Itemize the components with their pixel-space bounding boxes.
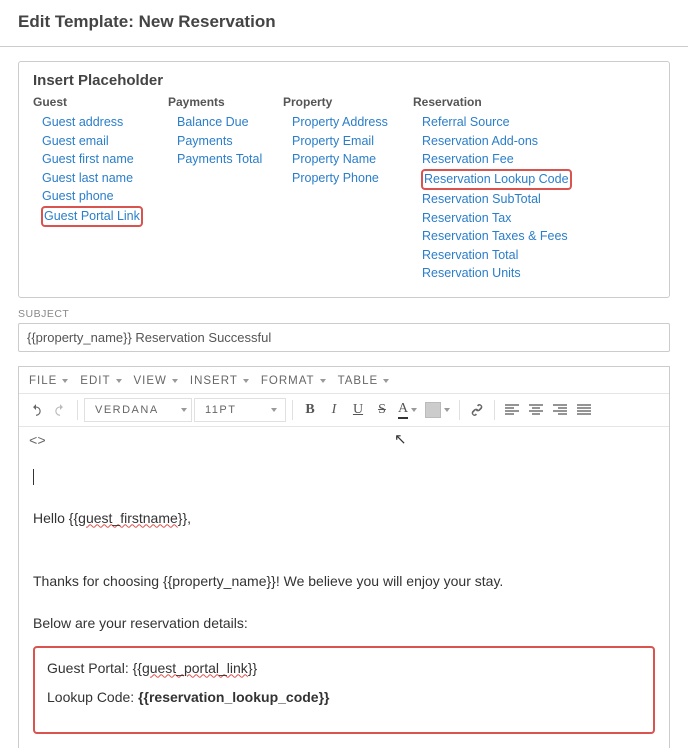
align-left-icon bbox=[505, 404, 519, 416]
placeholder-link[interactable]: Guest phone bbox=[41, 188, 115, 206]
placeholder-link[interactable]: Property Phone bbox=[291, 170, 380, 188]
page-title: Edit Template: New Reservation bbox=[0, 0, 688, 47]
body-text: }} bbox=[248, 660, 257, 676]
col-header: Guest bbox=[33, 95, 160, 109]
insert-link-button[interactable] bbox=[466, 398, 488, 422]
redo-button[interactable] bbox=[49, 398, 71, 422]
align-right-icon bbox=[553, 404, 567, 416]
align-center-icon bbox=[529, 404, 543, 416]
placeholder-link[interactable]: Property Email bbox=[291, 133, 375, 151]
placeholder-link[interactable]: Guest email bbox=[41, 133, 110, 151]
placeholder-link[interactable]: Reservation Units bbox=[421, 265, 522, 283]
body-text: Thanks for choosing {{property_name}}! W… bbox=[33, 571, 655, 592]
panel-heading: Insert Placeholder bbox=[33, 72, 655, 89]
subject-label: SUBJECT bbox=[18, 308, 670, 320]
bold-button[interactable]: B bbox=[299, 398, 321, 422]
redo-icon bbox=[53, 403, 67, 417]
chevron-down-icon bbox=[383, 379, 389, 383]
subject-section: SUBJECT bbox=[18, 308, 670, 352]
undo-icon bbox=[29, 403, 43, 417]
menu-view[interactable]: VIEW bbox=[130, 373, 182, 389]
link-icon bbox=[470, 403, 484, 417]
menu-edit[interactable]: EDIT bbox=[76, 373, 125, 389]
placeholder-link-guest-portal[interactable]: Guest Portal Link bbox=[41, 206, 143, 228]
placeholder-col-payments: Payments Balance Due Payments Payments T… bbox=[168, 95, 275, 283]
body-text: Guest Portal: {{ bbox=[47, 660, 142, 676]
body-text: Lookup Code: bbox=[47, 689, 138, 705]
editor-toolbar: VERDANA 11PT B I U S A bbox=[19, 393, 669, 427]
placeholder-link[interactable]: Reservation Total bbox=[421, 247, 519, 265]
placeholder-col-guest: Guest Guest address Guest email Guest fi… bbox=[33, 95, 160, 283]
placeholder-link[interactable]: Reservation Fee bbox=[421, 151, 515, 169]
body-text: Hello {{ bbox=[33, 510, 78, 526]
chevron-down-icon bbox=[181, 408, 187, 412]
placeholder-link[interactable]: Referral Source bbox=[421, 114, 511, 132]
placeholder-link[interactable]: Reservation SubTotal bbox=[421, 191, 542, 209]
chevron-down-icon bbox=[320, 379, 326, 383]
editor-menubar: FILE EDIT VIEW INSERT FORMAT TABLE bbox=[19, 367, 669, 393]
chevron-down-icon bbox=[116, 379, 122, 383]
chevron-down-icon bbox=[411, 408, 417, 412]
menu-file[interactable]: FILE bbox=[25, 373, 72, 389]
placeholder-col-property: Property Property Address Property Email… bbox=[283, 95, 405, 283]
body-text: Below are your reservation details: bbox=[33, 613, 655, 634]
strikethrough-button[interactable]: S bbox=[371, 398, 393, 422]
col-header: Reservation bbox=[413, 95, 572, 109]
placeholder-link-lookup-code[interactable]: Reservation Lookup Code bbox=[421, 169, 572, 191]
placeholder-link[interactable]: Balance Due bbox=[176, 114, 250, 132]
chevron-down-icon bbox=[62, 379, 68, 383]
align-justify-icon bbox=[577, 404, 591, 416]
align-left-button[interactable] bbox=[501, 398, 523, 422]
body-text: guest_firstname bbox=[78, 510, 178, 526]
chevron-down-icon bbox=[172, 379, 178, 383]
insert-placeholder-panel: Insert Placeholder Guest Guest address G… bbox=[18, 61, 670, 298]
placeholder-link[interactable]: Property Name bbox=[291, 151, 377, 169]
italic-button[interactable]: I bbox=[323, 398, 345, 422]
body-text: guest_portal_link bbox=[142, 660, 248, 676]
placeholder-link[interactable]: Guest last name bbox=[41, 170, 134, 188]
font-size-select[interactable]: 11PT bbox=[194, 398, 286, 422]
source-code-button[interactable]: <> bbox=[29, 434, 46, 450]
menu-insert[interactable]: INSERT bbox=[186, 373, 253, 389]
highlighted-placeholder-block: Guest Portal: {{guest_portal_link}} Look… bbox=[33, 646, 655, 734]
col-header: Payments bbox=[168, 95, 275, 109]
placeholder-link[interactable]: Reservation Taxes & Fees bbox=[421, 228, 569, 246]
placeholder-link[interactable]: Payments Total bbox=[176, 151, 263, 169]
body-text: }}, bbox=[178, 510, 191, 526]
col-header: Property bbox=[283, 95, 405, 109]
placeholder-link[interactable]: Guest first name bbox=[41, 151, 135, 169]
subject-input[interactable] bbox=[18, 323, 670, 352]
chevron-down-icon bbox=[243, 379, 249, 383]
body-text: {{reservation_lookup_code}} bbox=[138, 689, 329, 705]
menu-table[interactable]: TABLE bbox=[334, 373, 394, 389]
placeholder-link[interactable]: Property Address bbox=[291, 114, 389, 132]
chevron-down-icon bbox=[271, 408, 277, 412]
placeholder-col-reservation: Reservation Referral Source Reservation … bbox=[413, 95, 572, 283]
placeholder-link[interactable]: Guest address bbox=[41, 114, 124, 132]
align-center-button[interactable] bbox=[525, 398, 547, 422]
placeholder-link[interactable]: Reservation Tax bbox=[421, 210, 512, 228]
highlight-color-button[interactable] bbox=[422, 398, 453, 422]
editor-body[interactable]: Hello {{guest_firstname}}, Thanks for ch… bbox=[19, 456, 669, 748]
text-color-button[interactable]: A bbox=[395, 398, 420, 422]
align-justify-button[interactable] bbox=[573, 398, 595, 422]
underline-button[interactable]: U bbox=[347, 398, 369, 422]
align-right-button[interactable] bbox=[549, 398, 571, 422]
text-cursor bbox=[33, 469, 34, 485]
highlight-swatch-icon bbox=[425, 402, 441, 418]
placeholder-link[interactable]: Payments bbox=[176, 133, 234, 151]
rich-text-editor: FILE EDIT VIEW INSERT FORMAT TABLE VERDA… bbox=[18, 366, 670, 748]
font-family-select[interactable]: VERDANA bbox=[84, 398, 192, 422]
menu-format[interactable]: FORMAT bbox=[257, 373, 330, 389]
chevron-down-icon bbox=[444, 408, 450, 412]
undo-button[interactable] bbox=[25, 398, 47, 422]
editor-secondary-toolbar: <> bbox=[19, 427, 669, 456]
placeholder-link[interactable]: Reservation Add-ons bbox=[421, 133, 539, 151]
